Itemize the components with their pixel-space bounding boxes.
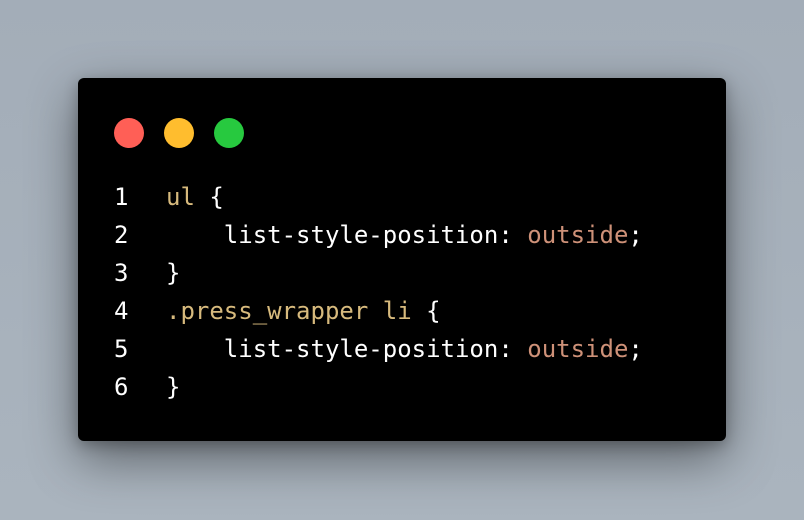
window-controls [114, 118, 244, 148]
code-token-prop: list-style-position [166, 335, 499, 363]
close-dot-icon[interactable] [114, 118, 144, 148]
line-content: } [166, 373, 180, 401]
line-content: list-style-position: outside; [166, 335, 643, 363]
code-line: 2 list-style-position: outside; [114, 216, 706, 254]
code-line: 1 ul { [114, 178, 706, 216]
line-number: 4 [114, 297, 129, 325]
line-number: 5 [114, 335, 129, 363]
code-token-prop: list-style-position [166, 221, 499, 249]
line-content: .press_wrapper li { [166, 297, 441, 325]
code-token-value: outside [527, 221, 629, 249]
code-line: 4 .press_wrapper li { [114, 292, 706, 330]
code-line: 6} [114, 368, 706, 406]
line-content: list-style-position: outside; [166, 221, 643, 249]
maximize-dot-icon[interactable] [214, 118, 244, 148]
code-token-plain: } [166, 373, 181, 401]
code-token-value: outside [527, 335, 629, 363]
code-token-plain: { [411, 297, 441, 325]
line-content: ul { [166, 183, 224, 211]
code-token-plain: : [498, 221, 528, 249]
code-token-plain: { [194, 183, 224, 211]
code-token-selector: .press_wrapper li [166, 297, 412, 325]
line-number: 1 [114, 183, 129, 211]
code-token-plain: : [498, 335, 528, 363]
code-line: 5 list-style-position: outside; [114, 330, 706, 368]
line-number: 2 [114, 221, 129, 249]
line-content: } [166, 259, 180, 287]
minimize-dot-icon[interactable] [164, 118, 194, 148]
line-number: 6 [114, 373, 129, 401]
code-token-plain: ; [628, 335, 643, 363]
code-token-selector: ul [166, 183, 195, 211]
code-line: 3} [114, 254, 706, 292]
code-token-plain: ; [628, 221, 643, 249]
line-number: 3 [114, 259, 129, 287]
code-block: 1 ul {2 list-style-position: outside; 3} 4.… [114, 178, 706, 406]
code-token-plain: } [166, 259, 181, 287]
code-window: 1 ul {2 list-style-position: outside; 3} 4.… [78, 78, 726, 441]
